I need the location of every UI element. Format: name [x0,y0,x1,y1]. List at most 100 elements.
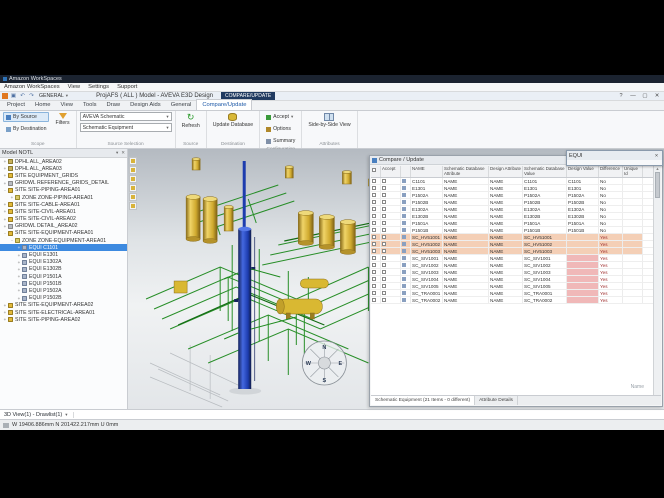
grid-column-header[interactable]: Design Attribute [489,166,523,177]
accept-checkbox[interactable] [382,277,386,281]
accept-cell[interactable] [381,227,401,233]
grid-row[interactable]: SC_TRA0001NAMENAMESC_TRA0001Yes [371,290,653,297]
row-select-checkbox[interactable] [372,263,376,267]
accept-checkbox[interactable] [382,200,386,204]
by-destination-button[interactable]: By Destination [3,124,49,134]
tree-item[interactable]: +ZONE ZONE-PIPING-AREA01 [0,194,127,201]
tree-item[interactable]: -ZONE ZONE-EQUIPMENT-AREA01 [0,237,127,244]
row-select-cell[interactable] [371,283,381,289]
tree-item[interactable]: +SITE SITE-CABLE-AREA01 [0,201,127,208]
chevron-down-icon[interactable]: ▾ [66,93,68,99]
footer-tab-schematic-equipment-21-items-0[interactable]: Schematic Equipment (21 Items - 0 differ… [371,396,475,405]
grid-row[interactable]: SC_SIV1003NAMENAMESC_SIV1003Yes [371,269,653,276]
row-select-checkbox[interactable] [372,221,376,225]
ribbon-tab-draw[interactable]: Draw [102,100,126,110]
grid-row[interactable]: SC_HV51001NAMENAMESC_HV51001Yes [371,234,653,241]
grid-row[interactable]: SC_SIV1002NAMENAMESC_SIV1002Yes [371,262,653,269]
accept-checkbox[interactable] [382,214,386,218]
row-select-cell[interactable] [371,269,381,275]
equi-window-titlebar[interactable]: EQUI ✕ [567,151,662,160]
accept-checkbox[interactable] [382,207,386,211]
accept-checkbox[interactable] [382,179,386,183]
tree-item[interactable]: +SITE SITE-CIVIL-AREA02 [0,216,127,223]
accept-checkbox[interactable] [382,235,386,239]
tree-item[interactable]: +DPHL ALL_AREA03 [0,165,127,172]
row-select-cell[interactable] [371,220,381,226]
accept-cell[interactable] [381,241,401,247]
row-select-checkbox[interactable] [372,284,376,288]
select-all-checkbox[interactable] [372,168,376,172]
tree-item[interactable]: +EQUI E1302A [0,259,127,266]
tree-item[interactable]: +EQUI P1502B [0,295,127,302]
by-source-button[interactable]: By Source [3,112,49,122]
filters-button[interactable]: Filters [52,112,72,127]
row-select-checkbox[interactable] [372,291,376,295]
row-select-cell[interactable] [371,213,381,219]
3d-viewport[interactable]: N E S W EQUI ✕ [128,149,664,409]
minimize-button[interactable]: — [628,93,638,99]
row-select-checkbox[interactable] [372,228,376,232]
close-icon[interactable]: ✕ [653,153,660,159]
accept-cell[interactable] [381,262,401,268]
footer-tab-attribute-details[interactable]: Attribute Details [475,396,518,405]
view-tab-3d[interactable]: 3D View(1) - Drawlist(1) ▾ [4,412,74,418]
tree-item[interactable]: +SITE EQUIPMENT_GRIDS [0,172,127,179]
viewport-tool-button[interactable] [129,157,137,165]
schematic-database-select[interactable]: AVEVA Schematic ▾ [80,112,172,121]
ribbon-tab-home[interactable]: Home [30,100,55,110]
menu-item-amazon-workspaces[interactable]: Amazon WorkSpaces [4,84,60,90]
row-select-cell[interactable] [371,255,381,261]
row-select-cell[interactable] [371,248,381,254]
grid-row[interactable]: SC_SIV1004NAMENAMESC_SIV1004Yes [371,276,653,283]
tree-item[interactable]: -SITE SITE-PIPING-AREA01 [0,187,127,194]
accept-cell[interactable] [381,213,401,219]
grid-column-header[interactable]: Schematic Database Attribute [443,166,489,177]
ribbon-tab-view[interactable]: View [56,100,78,110]
accept-checkbox[interactable] [382,249,386,253]
row-select-checkbox[interactable] [372,193,376,197]
row-select-cell[interactable] [371,234,381,240]
accept-cell[interactable] [381,234,401,240]
ribbon-tab-general[interactable]: General [166,100,197,110]
grid-row[interactable]: P1501BNAMENAMEP1501BP1501BNo [371,227,653,234]
orientation-compass[interactable]: N E S W [302,341,346,385]
grid-row[interactable]: C1101NAMENAMEC1101C1101No [371,178,653,185]
row-select-cell[interactable] [371,178,381,184]
tree-item[interactable]: +SITE SITE-PIPING-AREA02 [0,316,127,323]
row-select-cell[interactable] [371,262,381,268]
refresh-source-button[interactable]: ↻ Refresh [179,112,203,130]
ribbon-tab-tools[interactable]: Tools [78,100,102,110]
grid-row[interactable]: SC_SIV1001NAMENAMESC_SIV1001Yes [371,255,653,262]
tree-item[interactable]: +DPHL ALL_AREA02 [0,158,127,165]
accept-cell[interactable] [381,283,401,289]
grid-column-header[interactable]: Unique Id [623,166,643,177]
tree-item[interactable]: +SITE SITE-EQUIPMENT-AREA02 [0,302,127,309]
element-type-select[interactable]: Schematic Equipment ▾ [80,123,172,132]
menu-item-view[interactable]: View [68,84,80,90]
row-select-checkbox[interactable] [372,235,376,239]
accept-cell[interactable] [381,192,401,198]
row-select-cell[interactable] [371,199,381,205]
quick-access-label[interactable]: GENERAL [39,93,64,99]
accept-button[interactable]: Accept ▾ [263,112,296,122]
viewport-tool-button[interactable] [129,184,137,192]
ribbon-tab-project[interactable]: Project [2,100,30,110]
accept-cell[interactable] [381,248,401,254]
accept-checkbox[interactable] [382,186,386,190]
accept-cell[interactable] [381,185,401,191]
update-database-button[interactable]: Update Database [210,112,256,129]
accept-checkbox[interactable] [382,242,386,246]
undo-icon[interactable]: ↶ [19,93,26,100]
accept-checkbox[interactable] [382,298,386,302]
grid-row[interactable]: E1302ANAMENAMEE1302AE1302ANo [371,206,653,213]
row-select-checkbox[interactable] [372,207,376,211]
tree-item[interactable]: +GRIDWL DETAIL_AREA02 [0,223,127,230]
grid-column-header[interactable]: Schematic Database Value [523,166,567,177]
grid-row[interactable]: SC_TRA0002NAMENAMESC_TRA0002Yes [371,297,653,304]
grid-row[interactable]: P1501ANAMENAMEP1501AP1501ANo [371,220,653,227]
row-select-checkbox[interactable] [372,249,376,253]
tree-item[interactable]: -SITE SITE-EQUIPMENT-AREA01 [0,230,127,237]
menu-item-settings[interactable]: Settings [88,84,109,90]
row-select-cell[interactable] [371,206,381,212]
row-select-checkbox[interactable] [372,270,376,274]
